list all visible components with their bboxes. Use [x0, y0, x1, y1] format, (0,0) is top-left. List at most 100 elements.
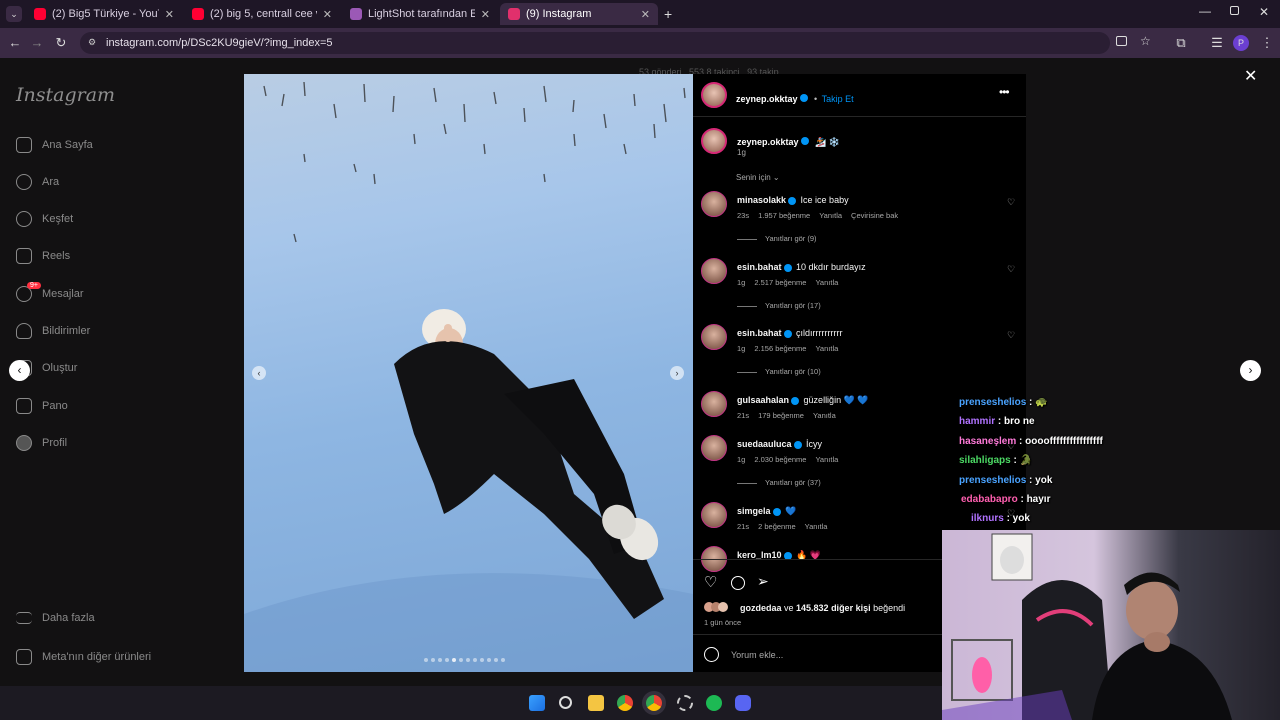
chrome-icon[interactable] [617, 695, 633, 711]
verified-badge-icon [783, 263, 792, 272]
reply-button[interactable]: Yanıtla [813, 411, 836, 420]
liker-username[interactable]: gozdedaa [740, 603, 782, 613]
sidebar-item-dashboard[interactable]: Pano [16, 398, 68, 414]
close-modal-icon[interactable]: ✕ [1244, 66, 1257, 86]
sidebar-item-notifications[interactable]: Bildirimler [16, 323, 90, 339]
reply-button[interactable]: Yanıtla [805, 522, 828, 531]
comment-likes[interactable]: 179 beğenme [758, 411, 804, 420]
close-tab-icon[interactable]: ✕ [165, 8, 174, 21]
windows-start-icon[interactable] [529, 695, 545, 711]
address-bar[interactable]: ⚙ instagram.com/p/DSc2KU9gieV/?img_index… [80, 32, 1151, 54]
commenter-avatar[interactable] [701, 435, 727, 461]
comment-like-heart-icon[interactable]: ♡ [1007, 264, 1015, 275]
sidebar-more[interactable]: Daha fazla [16, 612, 95, 624]
minimize-window-icon[interactable]: — [1199, 4, 1211, 18]
heart-icon [16, 323, 32, 339]
reply-button[interactable]: Yanıtla [815, 278, 838, 287]
tab-search-button[interactable]: ⌄ [6, 6, 22, 22]
caption-username[interactable]: zeynep.okktay [737, 137, 799, 147]
sidebar-item-explore[interactable]: Keşfet [16, 211, 73, 227]
commenter-username[interactable]: simgela [737, 506, 771, 516]
reply-button[interactable]: Yanıtla [815, 455, 838, 464]
follow-button[interactable]: Takip Et [822, 94, 854, 104]
commenter-username[interactable]: suedaauluca [737, 439, 792, 449]
carousel-next-button[interactable]: › [670, 366, 684, 380]
carousel-prev-button[interactable]: ‹ [252, 366, 266, 380]
file-explorer-icon[interactable] [588, 695, 604, 711]
browser-menu-icon[interactable]: ⋮ [1258, 34, 1276, 52]
extensions-icon[interactable]: ⧉ [1172, 34, 1190, 52]
bookmark-star-icon[interactable]: ☆ [1140, 34, 1151, 48]
commenter-avatar[interactable] [701, 502, 727, 528]
browser-tab-3[interactable]: LightShot tarafından Ekran Görü ✕ [342, 3, 498, 25]
reply-button[interactable]: Yanıtla [819, 211, 842, 220]
reply-button[interactable]: Yanıtla [815, 344, 838, 353]
commenter-avatar[interactable] [701, 324, 727, 350]
reading-list-icon[interactable]: ☰ [1208, 34, 1226, 52]
likes-count[interactable]: 145.832 diğer kişi [796, 603, 871, 613]
reload-icon[interactable]: ↻ [52, 34, 70, 52]
chrome-active-icon[interactable] [646, 695, 662, 711]
profile-avatar[interactable]: P [1233, 35, 1249, 51]
commenter-username[interactable]: gulsaahalan [737, 395, 789, 405]
view-replies-button[interactable]: Yanıtları gör (9) [737, 234, 817, 243]
commenter-avatar[interactable] [701, 191, 727, 217]
commenter-avatar[interactable] [701, 258, 727, 284]
sidebar-meta-products[interactable]: Meta'nın diğer ürünleri [16, 649, 151, 665]
close-tab-icon[interactable]: ✕ [641, 8, 650, 21]
browser-tab-4[interactable]: (9) Instagram ✕ [500, 3, 658, 25]
sidebar-item-reels[interactable]: Reels [16, 248, 70, 264]
next-post-button[interactable]: › [1240, 360, 1261, 381]
carousel-dot [445, 658, 449, 662]
settings-gear-icon[interactable] [677, 695, 693, 711]
more-options-icon[interactable]: ••• [999, 85, 1010, 99]
sidebar-item-messages[interactable]: 9+ Mesajlar [16, 282, 84, 302]
sidebar-item-home[interactable]: Ana Sayfa [16, 137, 93, 153]
carousel-dot [466, 658, 470, 662]
close-tab-icon[interactable]: ✕ [323, 8, 332, 21]
browser-tab-1[interactable]: (2) Big5 Türkiye - YouTube ✕ [26, 3, 182, 25]
share-send-icon[interactable]: ➢ [757, 573, 769, 590]
site-info-icon[interactable]: ⚙ [88, 37, 96, 48]
view-replies-button[interactable]: Yanıtları gör (37) [737, 478, 821, 487]
close-tab-icon[interactable]: ✕ [481, 8, 490, 21]
like-heart-icon[interactable]: ♡ [704, 573, 717, 591]
browser-tab-2[interactable]: (2) big 5, centrall cee ve mançı ✕ [184, 3, 340, 25]
comment-likes[interactable]: 2.156 beğenme [754, 344, 806, 353]
sidebar-item-search[interactable]: Ara [16, 174, 59, 190]
comment-meta: 1g 2.030 beğenme Yanıtla [737, 455, 847, 464]
commenter-avatar[interactable] [701, 391, 727, 417]
search-icon[interactable] [559, 696, 572, 709]
author-username[interactable]: zeynep.okktay [736, 94, 798, 104]
commenter-username[interactable]: esin.bahat [737, 262, 782, 272]
comment-input[interactable]: Yorum ekle... [731, 650, 783, 660]
prev-post-button[interactable]: ‹ [9, 360, 30, 381]
instagram-logo[interactable]: Instagram [16, 84, 115, 106]
comment-likes[interactable]: 2.030 beğenme [754, 455, 806, 464]
close-window-icon[interactable]: ✕ [1259, 5, 1269, 19]
comment-like-heart-icon[interactable]: ♡ [1007, 330, 1015, 341]
emoji-icon[interactable] [704, 647, 719, 662]
comment-likes[interactable]: 2.517 beğenme [754, 278, 806, 287]
new-tab-button[interactable]: + [664, 6, 672, 22]
comment-sort-dropdown[interactable]: Senin için ⌄ [736, 173, 780, 182]
view-replies-button[interactable]: Yanıtları gör (17) [737, 301, 821, 310]
forward-icon[interactable]: → [28, 34, 46, 52]
back-icon[interactable]: ← [6, 34, 24, 52]
commenter-username[interactable]: minasolakk [737, 195, 786, 205]
restore-window-icon[interactable] [1230, 6, 1239, 15]
commenter-username[interactable]: esin.bahat [737, 328, 782, 338]
comment-like-heart-icon[interactable]: ♡ [1007, 197, 1015, 208]
install-app-icon[interactable] [1116, 36, 1127, 46]
sidebar-item-profile[interactable]: Profil [16, 435, 67, 451]
comment-likes[interactable]: 1.957 beğenme [758, 211, 810, 220]
author-avatar[interactable] [701, 82, 727, 108]
carousel-dot [431, 658, 435, 662]
comment-bubble-icon[interactable] [731, 576, 745, 590]
comment-likes[interactable]: 2 beğenme [758, 522, 796, 531]
discord-icon[interactable] [735, 695, 751, 711]
spotify-icon[interactable] [706, 695, 722, 711]
caption-avatar[interactable] [701, 128, 727, 154]
view-replies-button[interactable]: Yanıtları gör (10) [737, 367, 821, 376]
translate-button[interactable]: Çevirisine bak [851, 211, 898, 220]
